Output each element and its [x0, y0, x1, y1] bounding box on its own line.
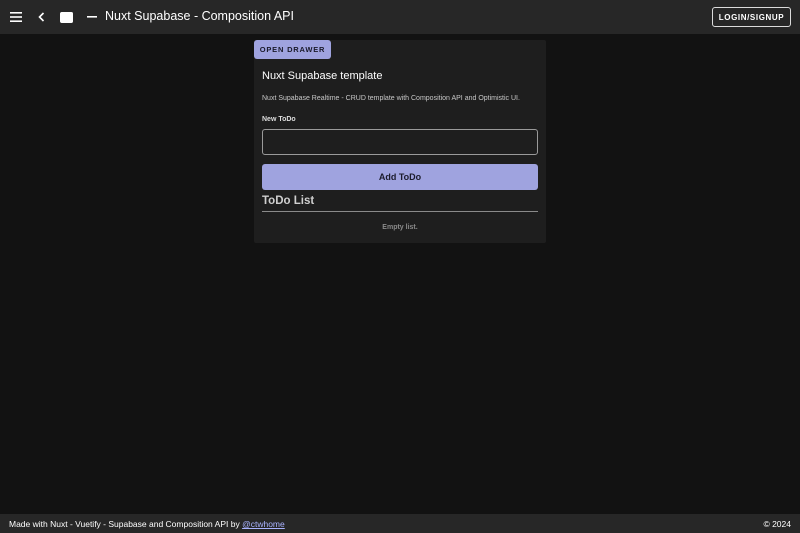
card-subtitle: Nuxt Supabase Realtime - CRUD template w… — [262, 95, 520, 102]
footer: Made with Nuxt - Vuetify - Supabase and … — [0, 514, 800, 533]
footer-copyright: © 2024 — [763, 519, 791, 529]
footer-text: Made with Nuxt - Vuetify - Supabase and … — [9, 519, 243, 529]
back-button[interactable] — [28, 0, 54, 34]
login-signup-button[interactable]: LOGIN/SIGNUP — [712, 7, 791, 27]
menu-icon — [10, 12, 22, 22]
todo-list-title: ToDo List — [262, 195, 315, 207]
empty-list-text: Empty list. — [382, 224, 418, 231]
window-icon — [59, 11, 73, 23]
list-divider — [262, 211, 538, 212]
minus-icon — [87, 16, 97, 18]
menu-button[interactable] — [3, 0, 29, 34]
open-drawer-button[interactable]: OPEN DRAWER — [254, 40, 331, 59]
add-todo-button[interactable]: Add ToDo — [262, 164, 538, 190]
app-title: Nuxt Supabase - Composition API — [105, 9, 294, 23]
new-todo-label: New ToDo — [262, 116, 296, 123]
window-button[interactable] — [53, 0, 79, 34]
chevron-left-icon — [37, 12, 45, 22]
card-title: Nuxt Supabase template — [262, 70, 383, 82]
minimize-button[interactable] — [79, 0, 105, 34]
app-bar: Nuxt Supabase - Composition API LOGIN/SI… — [0, 0, 800, 34]
footer-credits: Made with Nuxt - Vuetify - Supabase and … — [9, 519, 285, 529]
todo-card: OPEN DRAWER Nuxt Supabase template Nuxt … — [254, 40, 546, 243]
new-todo-input[interactable] — [262, 129, 538, 155]
footer-author-link[interactable]: @ctwhome — [242, 519, 285, 529]
